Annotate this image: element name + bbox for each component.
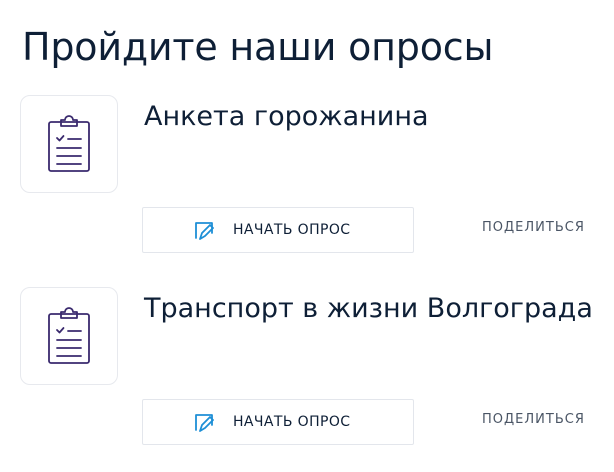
- clipboard-checklist-icon: [48, 307, 90, 364]
- survey-icon-box: [20, 287, 118, 385]
- survey-title: Транспорт в жизни Волгограда: [144, 293, 593, 324]
- start-survey-label: НАЧАТЬ ОПРОС: [233, 414, 351, 430]
- survey-edit-icon: [195, 414, 214, 432]
- clipboard-checklist-icon: [48, 115, 90, 172]
- survey-card: Транспорт в жизни Волгограда НАЧАТЬ ОПРО…: [0, 287, 614, 447]
- start-survey-button[interactable]: НАЧАТЬ ОПРОС: [142, 207, 414, 253]
- start-survey-button[interactable]: НАЧАТЬ ОПРОС: [142, 399, 414, 445]
- survey-card: Анкета горожанина НАЧАТЬ ОПРОС ПОДЕЛИТЬС…: [0, 95, 614, 255]
- share-link[interactable]: ПОДЕЛИТЬСЯ: [482, 220, 585, 235]
- start-survey-label: НАЧАТЬ ОПРОС: [233, 222, 351, 238]
- share-link[interactable]: ПОДЕЛИТЬСЯ: [482, 412, 585, 427]
- survey-title: Анкета горожанина: [144, 101, 429, 132]
- survey-edit-icon: [195, 222, 214, 240]
- page-title: Пройдите наши опросы: [22, 25, 494, 69]
- survey-icon-box: [20, 95, 118, 193]
- surveys-page: Пройдите наши опросы Анкета горожанина Н…: [0, 0, 614, 472]
